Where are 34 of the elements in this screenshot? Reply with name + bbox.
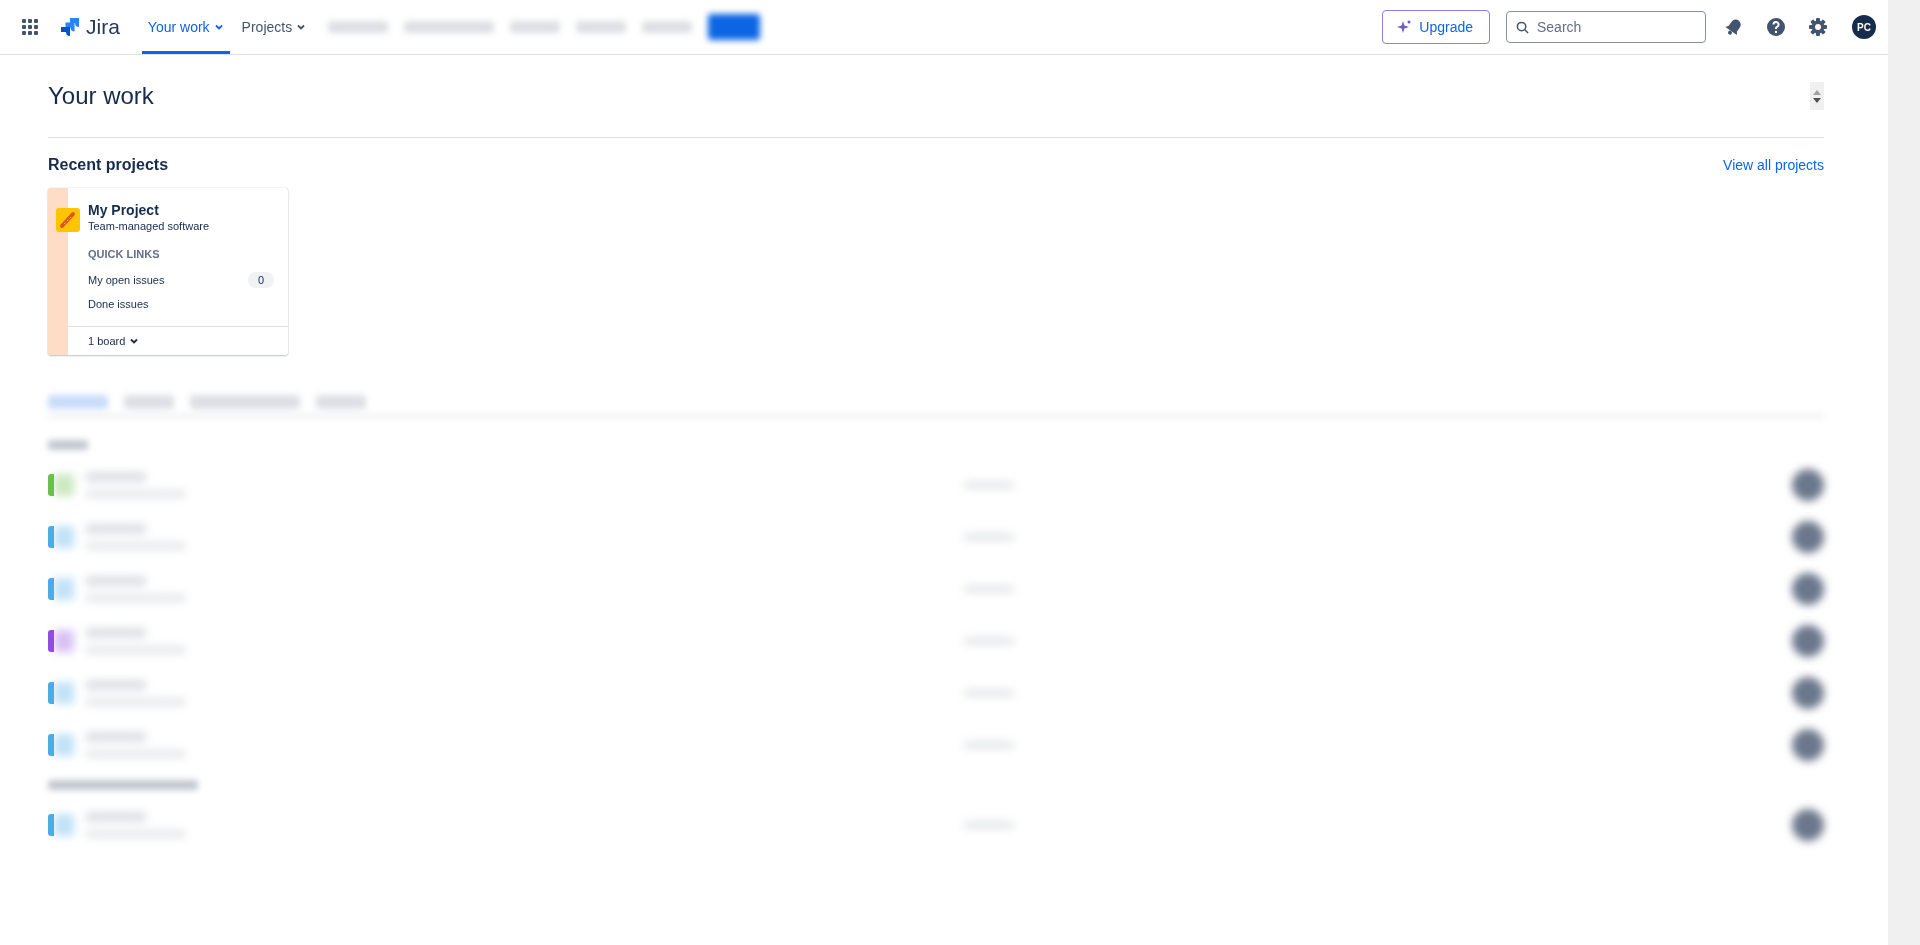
blurred-heading xyxy=(48,440,88,450)
quick-links-heading: QUICK LINKS xyxy=(88,248,161,260)
sparkle-icon xyxy=(1397,20,1412,34)
project-type: Team-managed software xyxy=(88,220,211,232)
chevron-down-icon xyxy=(296,22,307,32)
quick-link[interactable]: Done issues xyxy=(88,298,149,310)
app-name: Jira xyxy=(86,15,120,39)
section-heading: Recent projects xyxy=(48,156,169,174)
issue-count: 0 xyxy=(247,272,274,288)
blurred-work-item[interactable] xyxy=(54,809,1824,841)
blurred-work-item[interactable] xyxy=(54,469,1824,501)
blurred-work-item[interactable] xyxy=(54,729,1824,761)
scrollbar[interactable] xyxy=(1888,0,1920,945)
search-field[interactable]: Search xyxy=(1506,11,1706,43)
blurred-work-item[interactable] xyxy=(54,625,1824,657)
search-icon xyxy=(1516,21,1529,34)
view-all-projects-link[interactable]: View all projects xyxy=(1723,157,1824,173)
page-title: Your work xyxy=(48,82,154,110)
project-name: My Project xyxy=(88,202,160,218)
quick-link[interactable]: My open issues xyxy=(88,274,165,286)
chevron-down-icon xyxy=(129,336,140,346)
jira-logo-icon[interactable] xyxy=(60,17,80,37)
project-card[interactable]: My Project Team-managed software QUICK LINKS My open issues 0 Done issues 1 board xyxy=(48,188,288,355)
blurred-work-item[interactable] xyxy=(54,677,1824,709)
upgrade-button[interactable]: Upgrade xyxy=(1382,10,1490,44)
nav-tab[interactable]: Your work xyxy=(141,0,230,54)
nav-tab[interactable]: Projects xyxy=(235,0,313,54)
user-avatar[interactable]: PC xyxy=(1852,15,1876,39)
scroll-arrows-icon[interactable] xyxy=(1810,82,1824,110)
blurred-work-item[interactable] xyxy=(54,521,1824,553)
boards-dropdown[interactable]: 1 board xyxy=(68,326,288,355)
project-icon xyxy=(56,208,80,232)
chevron-down-icon xyxy=(213,22,224,32)
blurred-work-item[interactable] xyxy=(54,573,1824,605)
